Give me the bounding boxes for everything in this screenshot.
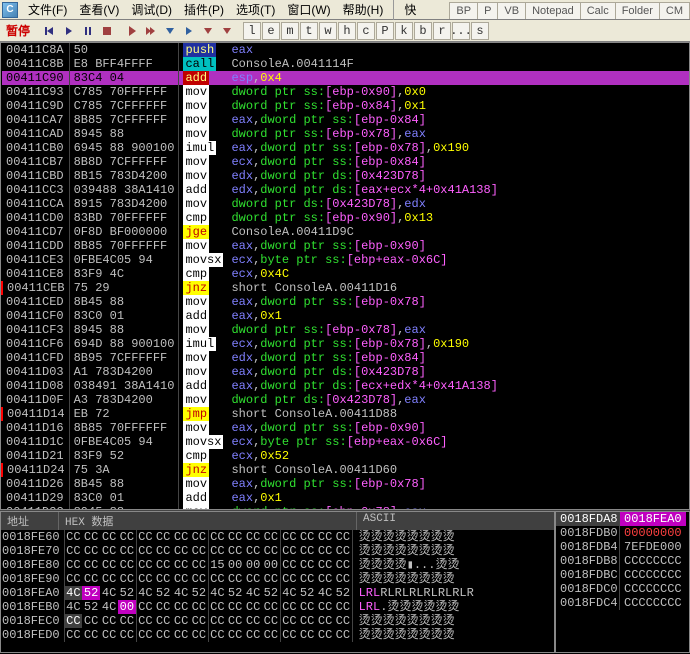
- disasm-row[interactable]: 00411CB06945 88 900100imuleax,dword ptr …: [2, 141, 689, 155]
- quick-tab-p[interactable]: P: [477, 2, 498, 19]
- view-button-c[interactable]: c: [357, 22, 375, 40]
- disasm-row[interactable]: 00411CD70F8D BF000000jgeConsoleA.00411D9…: [2, 225, 689, 239]
- disasm-row[interactable]: 00411C9DC785 7CFFFFFFmovdword ptr ss:[eb…: [2, 99, 689, 113]
- menu-fast[interactable]: 快: [393, 0, 420, 20]
- disasm-row[interactable]: 00411CED8B45 88moveax,dword ptr ss:[ebp-…: [2, 295, 689, 309]
- step-out[interactable]: [218, 22, 236, 40]
- dump-row[interactable]: 0018FE70CCCCCCCCCCCCCCCCCCCCCCCCCCCCCCCC…: [1, 544, 475, 558]
- dump-row[interactable]: 0018FEA04C524C524C524C524C524C524C524C52…: [1, 586, 475, 600]
- step-into[interactable]: [161, 22, 179, 40]
- disasm-row[interactable]: 00411D268B45 88moveax,dword ptr ss:[ebp-…: [2, 477, 689, 491]
- disasm-row[interactable]: 00411D03A1 783D4200moveax,dword ptr ds:[…: [2, 365, 689, 379]
- view-button-h[interactable]: h: [338, 22, 356, 40]
- disasm-pane[interactable]: 00411C8A50pusheax00411C8BE8 BFF4FFFFcall…: [0, 42, 690, 510]
- stack-row[interactable]: 0018FDBCCCCCCCCC: [556, 568, 689, 582]
- disasm-row[interactable]: 00411D08038491 38A1410addeax,dword ptr d…: [2, 379, 689, 393]
- dump-header: 地址 HEX 数据 ASCII: [1, 512, 554, 530]
- debug-status: 暂停: [2, 22, 34, 39]
- disasm-row[interactable]: 00411CA78B85 7CFFFFFFmoveax,dword ptr ss…: [2, 113, 689, 127]
- pause-button[interactable]: [79, 22, 97, 40]
- disasm-row[interactable]: 00411C8BE8 BFF4FFFFcallConsoleA.0041114F: [2, 57, 689, 71]
- disasm-row[interactable]: 00411CE30FBE4C05 94movsxecx,byte ptr ss:…: [2, 253, 689, 267]
- dump-row[interactable]: 0018FE80CCCCCCCCCCCCCCCC15000000CCCCCCCC…: [1, 558, 475, 572]
- disasm-row[interactable]: 00411C93C785 70FFFFFFmovdword ptr ss:[eb…: [2, 85, 689, 99]
- menu-item-3[interactable]: 插件(P): [178, 0, 230, 20]
- disasm-row[interactable]: 00411CC3039488 38A1410addedx,dword ptr d…: [2, 183, 689, 197]
- disasm-row[interactable]: 00411CF6694D 88 900100imulecx,dword ptr …: [2, 337, 689, 351]
- stack-row[interactable]: 0018FDC0CCCCCCCC: [556, 582, 689, 596]
- view-button-e[interactable]: e: [262, 22, 280, 40]
- disasm-row[interactable]: 00411D2983C0 01addeax,0x1: [2, 491, 689, 505]
- menu-item-2[interactable]: 调试(D): [125, 0, 178, 20]
- dump-row[interactable]: 0018FEB04C524C00CCCCCCCCCCCCCCCCCCCCCCCC…: [1, 600, 475, 614]
- quick-tab-calc[interactable]: Calc: [580, 2, 616, 19]
- disasm-row[interactable]: 00411CB78B8D 7CFFFFFFmovecx,dword ptr ss…: [2, 155, 689, 169]
- quick-tab-cm[interactable]: CM: [659, 2, 690, 19]
- disasm-row[interactable]: 00411CE883F9 4Ccmpecx,0x4C: [2, 267, 689, 281]
- menu-item-1[interactable]: 查看(V): [73, 0, 125, 20]
- disasm-row[interactable]: 00411D0FA3 783D4200movdword ptr ds:[0x42…: [2, 393, 689, 407]
- disasm-row[interactable]: 00411C9083C4 04addesp,0x4: [2, 71, 689, 85]
- quick-tab-folder[interactable]: Folder: [615, 2, 660, 19]
- toolbar: 暂停 lemtwhcPkbr...s: [0, 20, 690, 42]
- quick-tab-notepad[interactable]: Notepad: [525, 2, 581, 19]
- menu-item-5[interactable]: 窗口(W): [281, 0, 336, 20]
- step-arrow-right[interactable]: [123, 22, 141, 40]
- step-into2[interactable]: [199, 22, 217, 40]
- disasm-row[interactable]: 00411CD083BD 70FFFFFFcmpdword ptr ss:[eb…: [2, 211, 689, 225]
- view-button-s[interactable]: s: [471, 22, 489, 40]
- view-button-l[interactable]: l: [243, 22, 261, 40]
- dump-row[interactable]: 0018FE90CCCCCCCCCCCCCCCCCCCCCCCCCCCCCCCC…: [1, 572, 475, 586]
- stack-row[interactable]: 0018FDB47EFDE000: [556, 540, 689, 554]
- restart-button[interactable]: [41, 22, 59, 40]
- disasm-row[interactable]: 00411D168B85 70FFFFFFmoveax,dword ptr ss…: [2, 421, 689, 435]
- menubar: C 文件(F)查看(V)调试(D)插件(P)选项(T)窗口(W)帮助(H) 快 …: [0, 0, 690, 20]
- bottom-panes: 地址 HEX 数据 ASCII 0018FE60CCCCCCCCCCCCCCCC…: [0, 510, 690, 653]
- view-button-r[interactable]: r: [433, 22, 451, 40]
- stack-row[interactable]: 0018FDB8CCCCCCCC: [556, 554, 689, 568]
- view-button-b[interactable]: b: [414, 22, 432, 40]
- stack-row[interactable]: 0018FDA80018FEA0: [556, 512, 689, 526]
- disasm-row[interactable]: 00411CFD8B95 7CFFFFFFmovedx,dword ptr ss…: [2, 351, 689, 365]
- view-button-P[interactable]: P: [376, 22, 394, 40]
- disasm-row[interactable]: 00411D2475 3Ajnzshort ConsoleA.00411D60: [2, 463, 689, 477]
- disasm-row[interactable]: 00411CAD8945 88movdword ptr ss:[ebp-0x78…: [2, 127, 689, 141]
- dump-row[interactable]: 0018FEC0CCCCCCCCCCCCCCCCCCCCCCCCCCCCCCCC…: [1, 614, 475, 628]
- quick-tab-vb[interactable]: VB: [497, 2, 526, 19]
- view-button-k[interactable]: k: [395, 22, 413, 40]
- disasm-row[interactable]: 00411CCA8915 783D4200movdword ptr ds:[0x…: [2, 197, 689, 211]
- stack-row[interactable]: 0018FDB000000000: [556, 526, 689, 540]
- view-button-...[interactable]: ...: [452, 22, 470, 40]
- view-button-t[interactable]: t: [300, 22, 318, 40]
- stack-pane[interactable]: 0018FDA80018FEA00018FDB0000000000018FDB4…: [555, 511, 690, 653]
- disasm-row[interactable]: 00411CBD8B15 783D4200movedx,dword ptr ds…: [2, 169, 689, 183]
- dump-row[interactable]: 0018FED0CCCCCCCCCCCCCCCCCCCCCCCCCCCCCCCC…: [1, 628, 475, 642]
- dump-col-addr: 地址: [1, 512, 59, 530]
- disasm-row[interactable]: 00411C8A50pusheax: [2, 43, 689, 57]
- app-icon: C: [2, 2, 18, 18]
- stack-row[interactable]: 0018FDC4CCCCCCCC: [556, 596, 689, 610]
- hex-dump-pane[interactable]: 地址 HEX 数据 ASCII 0018FE60CCCCCCCCCCCCCCCC…: [0, 511, 555, 653]
- disasm-row[interactable]: 00411CF083C0 01addeax,0x1: [2, 309, 689, 323]
- stop-button[interactable]: [98, 22, 116, 40]
- view-button-m[interactable]: m: [281, 22, 299, 40]
- run-button[interactable]: [60, 22, 78, 40]
- disasm-row[interactable]: 00411D14EB 72jmpshort ConsoleA.00411D88: [2, 407, 689, 421]
- disasm-row[interactable]: 00411D2183F9 52cmpecx,0x52: [2, 449, 689, 463]
- disasm-row[interactable]: 00411CF38945 88movdword ptr ss:[ebp-0x78…: [2, 323, 689, 337]
- disasm-row[interactable]: 00411CDD8B85 70FFFFFFmoveax,dword ptr ss…: [2, 239, 689, 253]
- quick-tab-bp[interactable]: BP: [449, 2, 478, 19]
- step-over[interactable]: [180, 22, 198, 40]
- disasm-row[interactable]: 00411D1C0FBE4C05 94movsxecx,byte ptr ss:…: [2, 435, 689, 449]
- dump-col-ascii: ASCII: [357, 512, 537, 530]
- dump-row[interactable]: 0018FE60CCCCCCCCCCCCCCCCCCCCCCCCCCCCCCCC…: [1, 530, 475, 544]
- dump-col-hex: HEX 数据: [59, 512, 357, 530]
- view-button-w[interactable]: w: [319, 22, 337, 40]
- menu-item-6[interactable]: 帮助(H): [337, 0, 390, 20]
- menu-item-4[interactable]: 选项(T): [230, 0, 281, 20]
- step-arrow-double[interactable]: [142, 22, 160, 40]
- menu-item-0[interactable]: 文件(F): [22, 0, 73, 20]
- disasm-row[interactable]: 00411CEB75 29jnzshort ConsoleA.00411D16: [2, 281, 689, 295]
